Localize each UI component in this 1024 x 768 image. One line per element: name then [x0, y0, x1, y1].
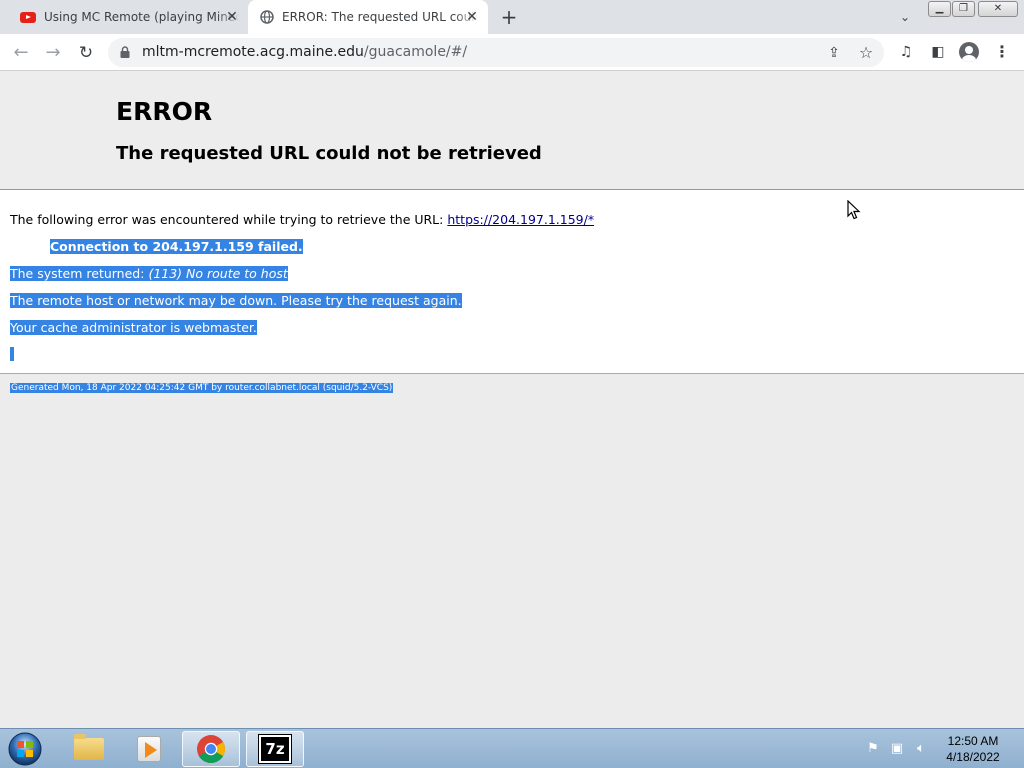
- profile-icon[interactable]: [959, 42, 979, 62]
- webmaster-link[interactable]: webmaster: [184, 320, 253, 335]
- back-arrow-icon[interactable]: ←: [9, 41, 33, 65]
- maximize-button[interactable]: ❐: [952, 1, 975, 17]
- url-link[interactable]: https://204.197.1.159/*: [447, 212, 594, 227]
- system-returned-label: The system returned:: [10, 266, 145, 281]
- forward-arrow-icon[interactable]: →: [41, 41, 65, 65]
- 7zip-icon: 7z: [258, 734, 292, 764]
- network-icon[interactable]: ▣: [888, 740, 906, 758]
- action-center-flag-icon[interactable]: ⚑: [864, 740, 882, 758]
- connection-failed: Connection to 204.197.1.159 failed.: [50, 239, 303, 254]
- clock-time: 12:50 AM: [947, 734, 999, 748]
- system-tray: ⚑ ▣ 🔈︎: [864, 739, 930, 759]
- selection-caret: [10, 347, 14, 361]
- page-subtitle: The requested URL could not be retrieved: [116, 143, 542, 164]
- taskbar-explorer[interactable]: [60, 731, 118, 767]
- chrome-icon: [197, 735, 225, 763]
- url-host: mltm-mcremote.acg.maine.edu: [142, 44, 364, 60]
- page-footer: Generated Mon, 18 Apr 2022 04:25:42 GMT …: [10, 383, 394, 393]
- tab-title: ERROR: The requested URL could not be re…: [282, 10, 478, 24]
- page-title: ERROR: [116, 97, 213, 126]
- media-player-icon: [137, 736, 161, 762]
- lock-icon[interactable]: [120, 46, 130, 58]
- kebab-menu-icon[interactable]: ⋮: [992, 42, 1012, 62]
- taskbar-7zip[interactable]: 7z: [246, 731, 304, 767]
- folder-icon: [74, 734, 104, 760]
- clock-date: 4/18/2022: [946, 750, 1000, 764]
- media-control-icon[interactable]: ♫: [896, 42, 916, 62]
- taskbar-media-player[interactable]: [120, 731, 178, 767]
- system-returned-value: (113) No route to host: [148, 266, 288, 281]
- star-icon[interactable]: ☆: [856, 43, 876, 63]
- page-content: ERROR The requested URL could not be ret…: [0, 71, 1024, 728]
- error-intro: The following error was encountered whil…: [10, 212, 594, 227]
- tab-strip: Using MC Remote (playing Minecraft ✕ ERR…: [0, 0, 1024, 34]
- cache-admin-label: Your cache administrator is: [10, 320, 181, 335]
- intro-text: The following error was encountered whil…: [10, 212, 444, 227]
- error-header: ERROR The requested URL could not be ret…: [0, 71, 1024, 190]
- tab-youtube[interactable]: Using MC Remote (playing Minecraft ✕: [8, 0, 249, 34]
- youtube-icon: [20, 11, 36, 23]
- volume-icon[interactable]: 🔈︎: [912, 740, 930, 758]
- cache-admin: Your cache administrator is webmaster.: [10, 320, 257, 335]
- close-icon[interactable]: ✕: [224, 9, 240, 25]
- side-panel-icon[interactable]: ◧: [928, 42, 948, 62]
- avatar: [959, 42, 979, 62]
- close-window-button[interactable]: ✕: [978, 1, 1018, 17]
- minimize-button[interactable]: ▁: [928, 1, 951, 17]
- system-returned: The system returned: (113) No route to h…: [10, 266, 288, 281]
- address-bar[interactable]: mltm-mcremote.acg.maine.edu/guacamole/#/…: [108, 38, 884, 67]
- browser-toolbar: ← → ↻ mltm-mcremote.acg.maine.edu/guacam…: [0, 34, 1024, 71]
- taskbar-clock[interactable]: 12:50 AM 4/18/2022: [938, 733, 1008, 765]
- new-tab-button[interactable]: +: [498, 6, 520, 28]
- chevron-down-icon[interactable]: ⌄: [896, 8, 914, 26]
- remote-down-text: The remote host or network may be down. …: [10, 293, 462, 308]
- share-icon[interactable]: ⇪: [824, 43, 844, 63]
- globe-icon: [260, 10, 274, 24]
- mouse-cursor-icon: [847, 200, 861, 220]
- reload-icon[interactable]: ↻: [74, 41, 98, 65]
- windows-start-icon[interactable]: [6, 731, 44, 767]
- tab-title: Using MC Remote (playing Minecraft: [44, 10, 240, 24]
- connection-failed-text: Connection to 204.197.1.159 failed.: [50, 239, 303, 254]
- taskbar-chrome[interactable]: [182, 731, 240, 767]
- url-path: /guacamole/#/: [363, 44, 468, 60]
- error-body: The following error was encountered whil…: [0, 190, 1024, 374]
- remote-down-message: The remote host or network may be down. …: [10, 293, 462, 308]
- taskbar: 7z ⚑ ▣ 🔈︎ 12:50 AM 4/18/2022: [0, 728, 1024, 768]
- tab-error[interactable]: ERROR: The requested URL could not be re…: [248, 0, 488, 34]
- url-text: mltm-mcremote.acg.maine.edu/guacamole/#/: [142, 44, 467, 60]
- close-icon[interactable]: ✕: [464, 9, 480, 25]
